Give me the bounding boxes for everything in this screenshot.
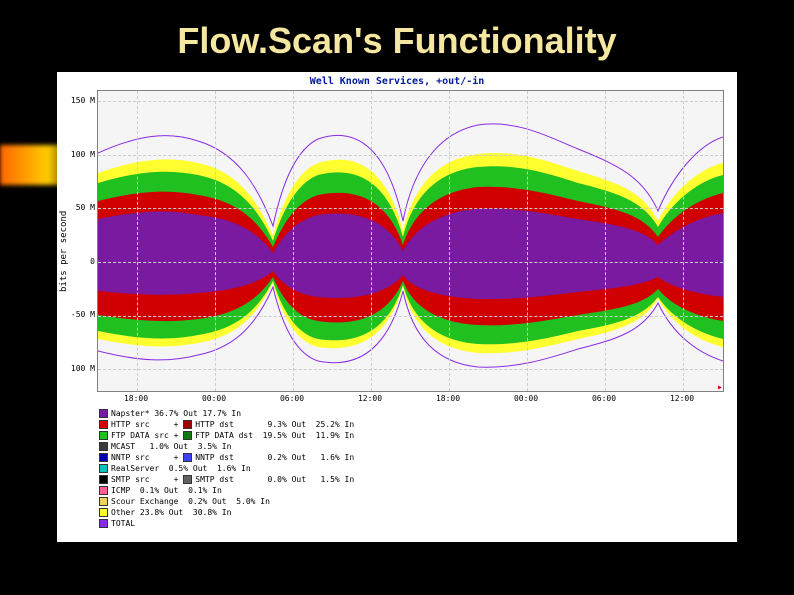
swatch [99,442,108,451]
y-tick: 150 M [67,96,95,105]
swatch [183,420,192,429]
y-axis-label: bits per second [59,211,69,292]
legend-row: FTP DATA src + FTP DATA dst 19.5% Out 11… [99,430,354,441]
x-tick: 12:00 [670,394,694,403]
time-arrow-icon: ▸ [717,382,723,393]
swatch [99,431,108,440]
chart-container: Well Known Services, +out/-in bits per s… [57,72,737,542]
stacked-area-svg [98,91,723,391]
swatch [99,486,108,495]
y-tick: -50 M [67,310,95,319]
y-tick: 0 [67,257,95,266]
legend: Napster* 36.7% Out 17.7% In HTTP src + H… [99,408,354,529]
y-tick: 100 M [67,364,95,373]
y-tick: 100 M [67,150,95,159]
legend-row: Scour Exchange 0.2% Out 5.0% In [99,496,354,507]
swatch [99,475,108,484]
swatch [99,409,108,418]
swatch [183,475,192,484]
x-tick: 06:00 [592,394,616,403]
y-tick: 50 M [67,203,95,212]
x-tick: 18:00 [436,394,460,403]
legend-row: HTTP src + HTTP dst 9.3% Out 25.2% In [99,419,354,430]
x-tick: 12:00 [358,394,382,403]
swatch [183,431,192,440]
swatch [99,420,108,429]
swatch [183,453,192,462]
chart-title: Well Known Services, +out/-in [57,72,737,87]
legend-row: NNTP src + NNTP dst 0.2% Out 1.6% In [99,452,354,463]
plot-area [97,90,724,392]
x-tick: 00:00 [514,394,538,403]
legend-row: SMTP src + SMTP dst 0.0% Out 1.5% In [99,474,354,485]
x-tick: 06:00 [280,394,304,403]
swatch [99,464,108,473]
swatch [99,453,108,462]
legend-row: ICMP 0.1% Out 0.1% In [99,485,354,496]
slide-title: Flow.Scan's Functionality [0,0,794,72]
legend-row: Napster* 36.7% Out 17.7% In [99,408,354,419]
x-tick: 00:00 [202,394,226,403]
swatch [99,519,108,528]
legend-row: MCAST 1.0% Out 3.5% In [99,441,354,452]
x-tick: 18:00 [124,394,148,403]
swatch [99,497,108,506]
swatch [99,508,108,517]
legend-row: RealServer 0.5% Out 1.6% In [99,463,354,474]
legend-row: TOTAL [99,518,354,529]
legend-row: Other 23.8% Out 30.8% In [99,507,354,518]
